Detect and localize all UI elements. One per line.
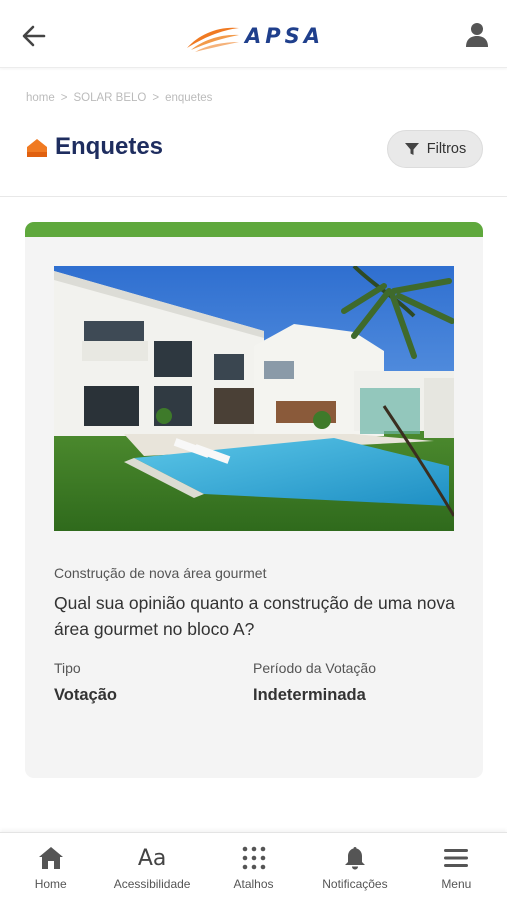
user-profile-button[interactable] (465, 22, 489, 48)
logo-swoosh-icon (187, 27, 239, 52)
hamburger-menu-icon (444, 849, 469, 867)
type-label: Tipo (54, 660, 81, 676)
nav-home[interactable]: Home (0, 833, 101, 900)
filter-funnel-icon (404, 143, 419, 155)
house-pool-photo (54, 266, 454, 531)
brand-name: APSA (245, 24, 325, 48)
poll-status-bar (25, 222, 483, 237)
nav-shortcuts[interactable]: Atalhos (203, 833, 304, 900)
nav-accessibility-label: Acessibilidade (113, 877, 191, 891)
period-label: Período da Votação (253, 660, 376, 676)
poll-question: Qual sua opinião quanto a construção de … (54, 593, 455, 639)
home-icon (38, 847, 63, 869)
bell-icon (344, 847, 365, 870)
arrow-left-icon (22, 25, 46, 47)
page-title: Enquetes (55, 133, 164, 160)
filters-button[interactable]: Filtros (387, 130, 483, 168)
breadcrumb-current: enquetes (165, 92, 213, 104)
accessibility-text-icon: Aa (137, 845, 167, 871)
nav-notifications[interactable]: Notificações (304, 833, 405, 900)
nav-notifications-label: Notificações (322, 877, 388, 891)
nav-menu-label: Menu (441, 877, 472, 891)
filters-label: Filtros (426, 141, 467, 157)
top-bar: APSA (0, 0, 507, 68)
type-value: Votação (54, 686, 117, 704)
breadcrumb: home > SOLAR BELO > enquetes (26, 92, 212, 104)
nav-accessibility[interactable]: Aa Acessibilidade (101, 833, 202, 900)
breadcrumb-condo[interactable]: SOLAR BELO (74, 92, 147, 104)
poll-subtitle: Construção de nova área gourmet (54, 565, 267, 581)
divider (0, 196, 507, 197)
back-button[interactable] (18, 20, 50, 52)
user-icon (466, 23, 488, 47)
poll-card[interactable]: Construção de nova área gourmet Qual sua… (25, 222, 483, 778)
house-accent-icon (27, 139, 47, 157)
nav-home-label: Home (34, 877, 67, 891)
apsa-logo: APSA (185, 18, 324, 54)
nav-shortcuts-label: Atalhos (233, 877, 274, 891)
period-value: Indeterminada (253, 686, 366, 704)
bottom-navigation: Home Aa Acessibilidade Atalhos Notificaç… (0, 832, 507, 900)
title-row: Enquetes Filtros (26, 130, 483, 168)
nav-menu[interactable]: Menu (406, 833, 507, 900)
grid-dots-icon (242, 846, 265, 870)
breadcrumb-separator: > (152, 92, 160, 104)
poll-image (54, 266, 454, 531)
breadcrumb-separator: > (60, 92, 68, 104)
breadcrumb-home[interactable]: home (26, 92, 55, 104)
